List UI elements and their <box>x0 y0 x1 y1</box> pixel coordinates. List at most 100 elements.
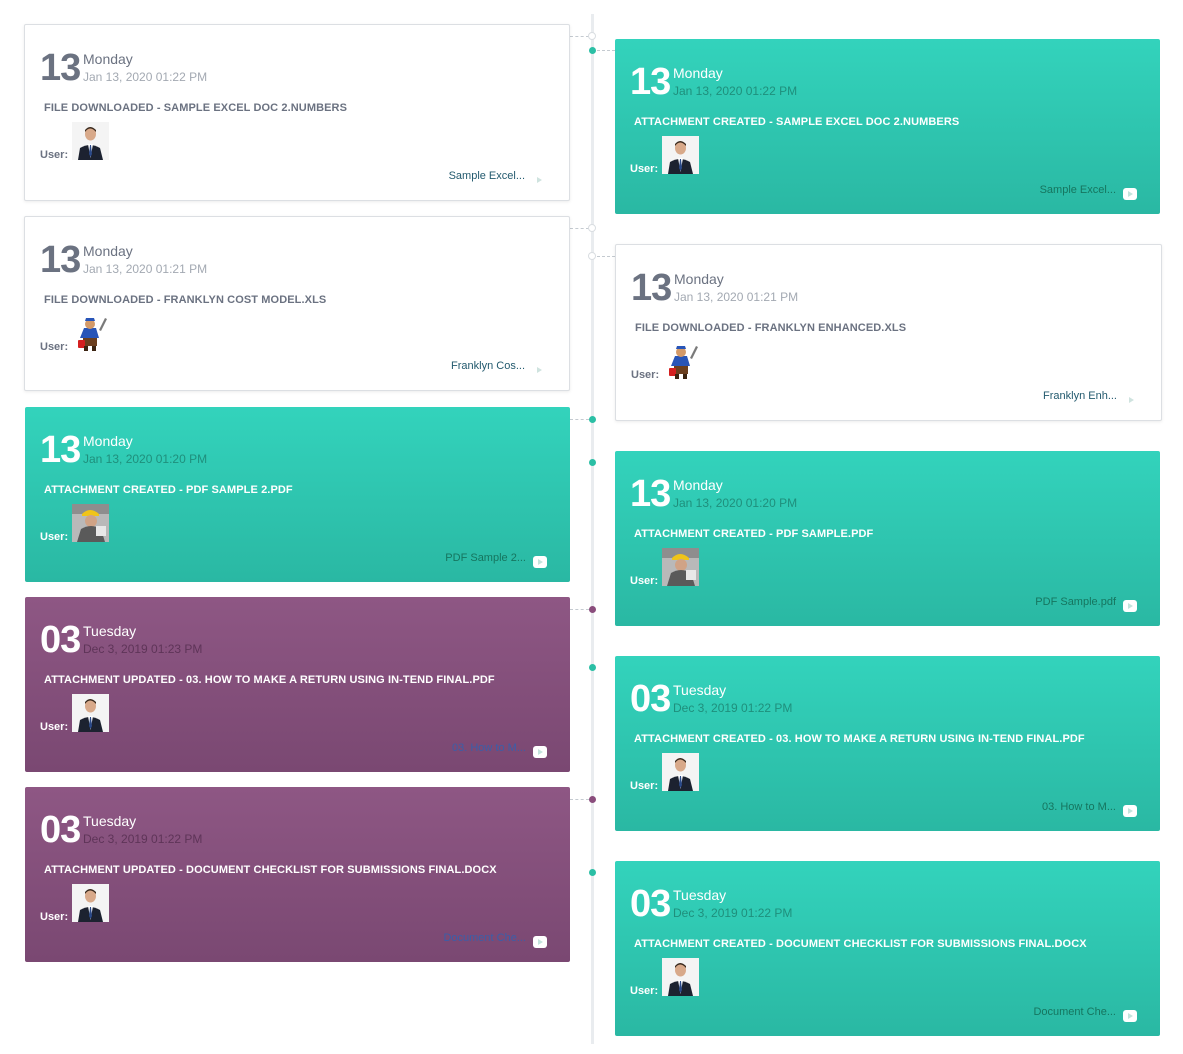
attachment-link[interactable]: Sample Excel... <box>449 170 525 182</box>
timeline-card: 13 Monday Jan 13, 2020 01:20 PM ATTACHME… <box>25 407 570 582</box>
event-datetime: Jan 13, 2020 01:22 PM <box>83 70 208 84</box>
timeline-card: 13 Monday Jan 13, 2020 01:20 PM ATTACHME… <box>615 451 1160 626</box>
timeline-dot <box>589 416 596 423</box>
event-title: ATTACHMENT CREATED - SAMPLE EXCEL DOC 2.… <box>634 116 960 128</box>
timeline-dot <box>589 459 596 466</box>
event-title: FILE DOWNLOADED - FRANKLYN COST MODEL.XL… <box>44 294 327 306</box>
play-icon[interactable] <box>1123 600 1137 612</box>
weekday-label: Monday <box>674 271 724 287</box>
timeline-connector <box>597 50 615 51</box>
user-label: User: <box>630 985 659 997</box>
timeline-dot <box>588 32 596 40</box>
user-label: User: <box>40 149 69 161</box>
weekday-label: Tuesday <box>83 813 137 829</box>
attachment-link[interactable]: 03. How to M... <box>1042 801 1116 813</box>
plumber-avatar[interactable] <box>663 342 700 380</box>
timeline-card: 13 Monday Jan 13, 2020 01:21 PM FILE DOW… <box>24 216 570 391</box>
play-icon[interactable] <box>1123 805 1137 817</box>
businessman-avatar[interactable] <box>662 958 699 996</box>
weekday-label: Tuesday <box>673 682 727 698</box>
worker-avatar[interactable] <box>662 548 699 586</box>
businessman-avatar[interactable] <box>72 122 109 160</box>
user-label: User: <box>631 369 660 381</box>
attachment-link[interactable]: Sample Excel... <box>1040 184 1116 196</box>
day-number: 13 <box>40 47 81 89</box>
attachment-link[interactable]: PDF Sample.pdf <box>1035 596 1116 608</box>
event-datetime: Jan 13, 2020 01:22 PM <box>673 84 798 98</box>
weekday-label: Monday <box>673 477 723 493</box>
user-label: User: <box>40 721 69 733</box>
timeline-dot <box>589 664 596 671</box>
weekday-label: Monday <box>83 243 133 259</box>
businessman-avatar[interactable] <box>72 884 109 922</box>
event-title: FILE DOWNLOADED - FRANKLYN ENHANCED.XLS <box>635 322 907 334</box>
timeline-card: 03 Tuesday Dec 3, 2019 01:22 PM ATTACHME… <box>615 861 1160 1036</box>
timeline-dot <box>588 252 596 260</box>
timeline-dot <box>589 606 596 613</box>
timeline-dot <box>589 796 596 803</box>
timeline-dot <box>588 224 596 232</box>
event-datetime: Jan 13, 2020 01:20 PM <box>83 452 208 466</box>
day-number: 03 <box>630 883 671 925</box>
play-icon[interactable] <box>533 746 547 758</box>
user-label: User: <box>630 575 659 587</box>
timeline-card: 13 Monday Jan 13, 2020 01:22 PM ATTACHME… <box>615 39 1160 214</box>
event-datetime: Dec 3, 2019 01:23 PM <box>83 642 203 656</box>
attachment-link[interactable]: Document Che... <box>1033 1006 1116 1018</box>
event-title: ATTACHMENT CREATED - PDF SAMPLE 2.PDF <box>44 484 293 496</box>
event-title: ATTACHMENT UPDATED - DOCUMENT CHECKLIST … <box>44 864 497 876</box>
user-label: User: <box>630 780 659 792</box>
weekday-label: Monday <box>83 51 133 67</box>
timeline-connector <box>597 256 615 257</box>
day-number: 13 <box>40 429 81 471</box>
play-icon[interactable] <box>532 364 546 376</box>
event-datetime: Jan 13, 2020 01:21 PM <box>83 262 208 276</box>
event-datetime: Jan 13, 2020 01:20 PM <box>673 496 798 510</box>
weekday-label: Monday <box>673 65 723 81</box>
timeline-connector <box>570 419 589 420</box>
play-icon[interactable] <box>533 556 547 568</box>
businessman-avatar[interactable] <box>662 136 699 174</box>
play-icon[interactable] <box>532 174 546 186</box>
event-title: ATTACHMENT CREATED - DOCUMENT CHECKLIST … <box>634 938 1087 950</box>
user-label: User: <box>40 531 69 543</box>
weekday-label: Tuesday <box>673 887 727 903</box>
event-title: FILE DOWNLOADED - SAMPLE EXCEL DOC 2.NUM… <box>44 102 348 114</box>
businessman-avatar[interactable] <box>662 753 699 791</box>
day-number: 03 <box>40 809 81 851</box>
play-icon[interactable] <box>1124 394 1138 406</box>
day-number: 13 <box>631 267 672 309</box>
timeline-dot <box>589 869 596 876</box>
play-icon[interactable] <box>533 936 547 948</box>
play-icon[interactable] <box>1123 188 1137 200</box>
event-title: ATTACHMENT UPDATED - 03. HOW TO MAKE A R… <box>44 674 495 686</box>
timeline-card: 13 Monday Jan 13, 2020 01:22 PM FILE DOW… <box>24 24 570 201</box>
weekday-label: Tuesday <box>83 623 137 639</box>
event-datetime: Dec 3, 2019 01:22 PM <box>673 701 793 715</box>
businessman-avatar[interactable] <box>72 694 109 732</box>
attachment-link[interactable]: Franklyn Cos... <box>451 360 525 372</box>
day-number: 13 <box>40 239 81 281</box>
timeline-connector <box>570 609 589 610</box>
worker-avatar[interactable] <box>72 504 109 542</box>
user-label: User: <box>40 911 69 923</box>
attachment-link[interactable]: Franklyn Enh... <box>1043 390 1117 402</box>
attachment-link[interactable]: 03. How to M... <box>452 742 526 754</box>
event-datetime: Dec 3, 2019 01:22 PM <box>83 832 203 846</box>
weekday-label: Monday <box>83 433 133 449</box>
timeline-dot <box>589 47 596 54</box>
event-datetime: Jan 13, 2020 01:21 PM <box>674 290 799 304</box>
timeline-card: 13 Monday Jan 13, 2020 01:21 PM FILE DOW… <box>615 244 1162 421</box>
timeline-connector <box>570 799 589 800</box>
day-number: 13 <box>630 61 671 103</box>
attachment-link[interactable]: PDF Sample 2... <box>445 552 526 564</box>
event-title: ATTACHMENT CREATED - 03. HOW TO MAKE A R… <box>634 733 1085 745</box>
timeline-connector <box>570 228 589 229</box>
timeline-card: 03 Tuesday Dec 3, 2019 01:22 PM ATTACHME… <box>615 656 1160 831</box>
user-label: User: <box>630 163 659 175</box>
user-label: User: <box>40 341 69 353</box>
play-icon[interactable] <box>1123 1010 1137 1022</box>
plumber-avatar[interactable] <box>72 314 109 352</box>
attachment-link[interactable]: Document Che... <box>443 932 526 944</box>
timeline-connector <box>570 36 589 37</box>
